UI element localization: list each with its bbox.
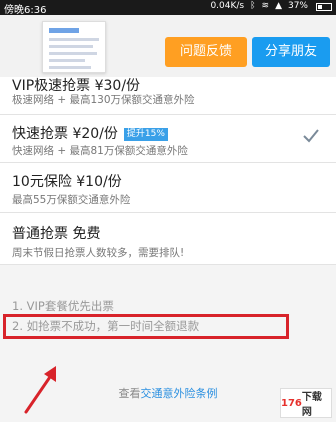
status-time: 傍晚6:36 <box>4 5 47 16</box>
boost-badge: 提升15% <box>123 127 168 141</box>
status-bar: 傍晚6:36 0.04K/s ᛒ ≋ ▲ 37% <box>0 0 336 16</box>
battery-percent: 37% <box>287 1 308 11</box>
option-title: 普通抢票 免费 <box>12 226 101 242</box>
option-desc: 极速网络 + 最高130万保额交通意外险 <box>12 94 195 106</box>
network-speed: 0.04K/s <box>210 1 245 11</box>
bluetooth-icon: ᛒ <box>250 1 256 11</box>
refund-highlight-box <box>3 314 289 339</box>
battery-icon <box>316 2 332 11</box>
watermark-text: 下载网 <box>301 392 322 418</box>
header-strip: 问题反馈 分享朋友 <box>0 15 336 81</box>
share-button[interactable]: 分享朋友 <box>252 37 330 67</box>
watermark-number: 176 <box>281 397 302 409</box>
option-desc: 周末节假日抢票人数较多，需要排队! <box>12 247 185 259</box>
option-desc: 最高55万保额交通意外险 <box>12 194 131 206</box>
site-watermark-logo: 176 下载网 <box>280 388 332 418</box>
note-vip-priority: 1. VIP套餐优先出票 <box>12 299 114 313</box>
feedback-button[interactable]: 问题反馈 <box>165 37 247 67</box>
option-insurance[interactable]: 10元保险 ¥10/份 最高55万保额交通意外险 <box>0 163 336 213</box>
checkmark-icon <box>303 129 319 143</box>
wifi-icon: ≋ <box>261 1 270 11</box>
screenshot-thumbnail[interactable] <box>42 21 106 73</box>
signal-icon: ▲ <box>275 1 282 11</box>
option-free[interactable]: 普通抢票 免费 周末节假日抢票人数较多，需要排队! <box>0 213 336 265</box>
option-desc: 快速网络 + 最高81万保额交通意外险 <box>12 145 188 157</box>
option-title: 快速抢票 ¥20/份 提升15% <box>12 123 168 143</box>
footer-prefix: 查看 <box>118 387 141 400</box>
option-fast[interactable]: 快速抢票 ¥20/份 提升15% 快速网络 + 最高81万保额交通意外险 <box>0 115 336 163</box>
insurance-terms-link[interactable]: 交通意外险条例 <box>141 387 218 400</box>
option-vip[interactable]: VIP极速抢票 ¥30/份 极速网络 + 最高130万保额交通意外险 <box>0 77 336 115</box>
option-title: 10元保险 ¥10/份 <box>12 174 122 190</box>
